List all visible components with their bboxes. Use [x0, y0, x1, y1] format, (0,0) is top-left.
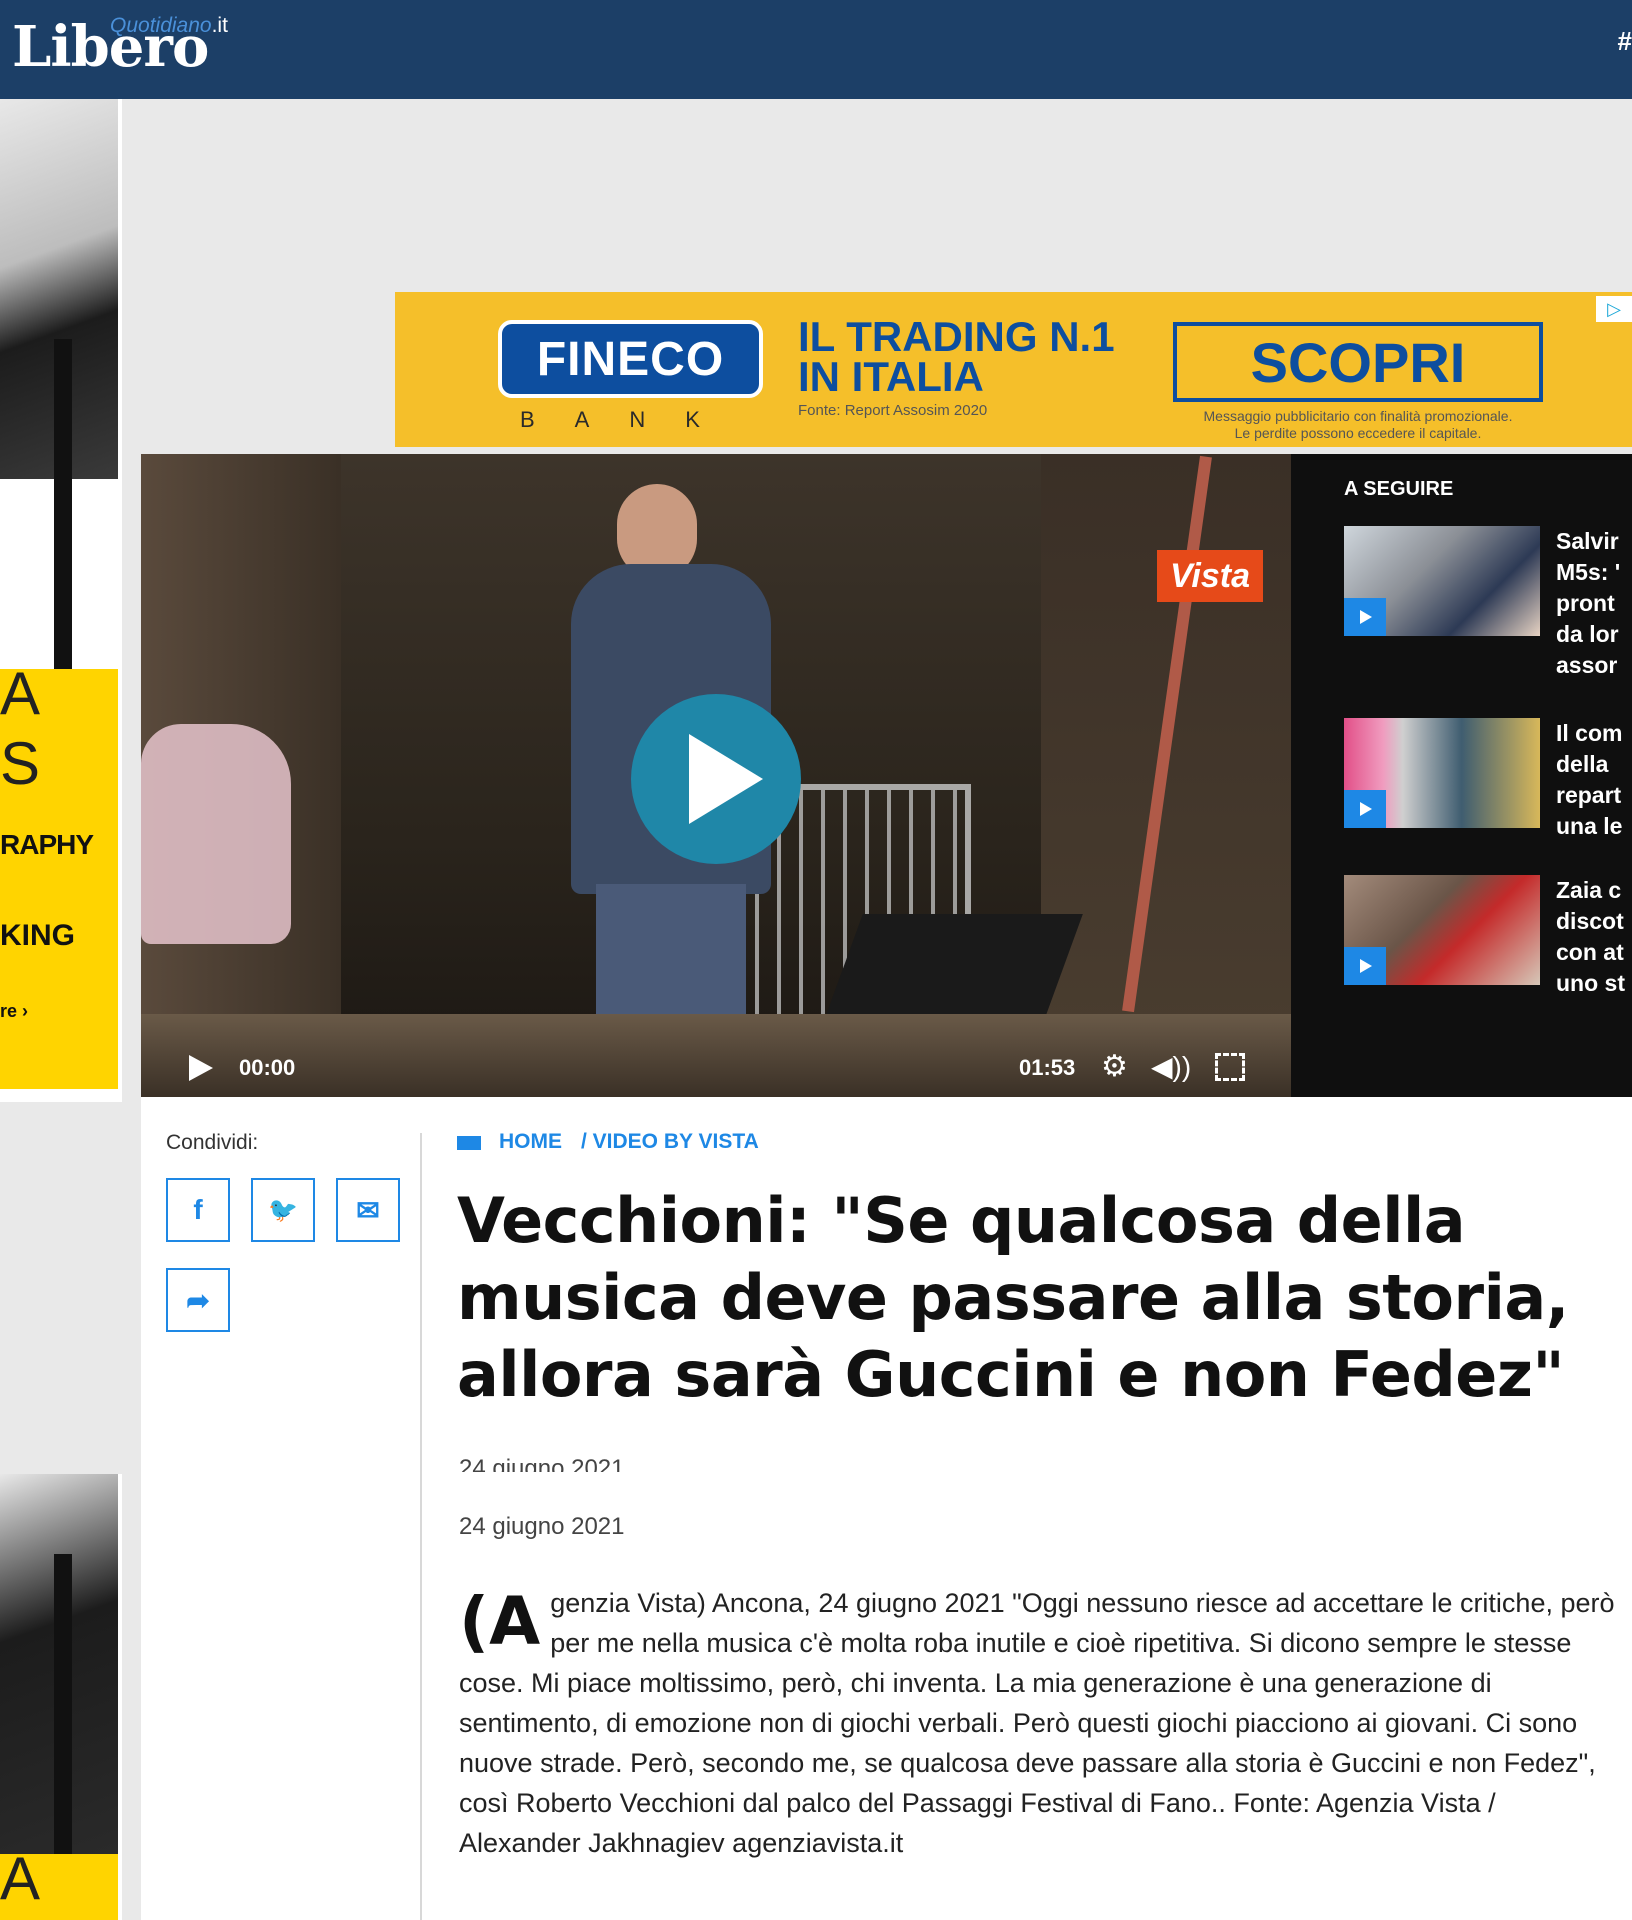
article-title: Vecchioni: "Se qualcosa della musica dev…	[457, 1184, 1569, 1411]
ad-source: Fonte: Report Assosim 2020	[798, 402, 988, 419]
up-next-item[interactable]: Il com della repart una le	[1344, 718, 1632, 839]
article-date: 24 giugno 2021	[459, 1513, 625, 1540]
scopri-button[interactable]: SCOPRI	[1173, 322, 1543, 402]
up-next-item[interactable]: Zaia c discot con at uno st	[1344, 875, 1632, 996]
site-header: Libero Quotidiano.it #	[0, 0, 1632, 99]
logo-sub-text: Quotidiano.it	[110, 14, 228, 38]
facebook-share-button[interactable]: f	[166, 1178, 230, 1242]
up-next-panel: A SEGUIRE Salvir M5s: ' pront da lor ass…	[1291, 454, 1632, 1097]
article-body-text: genzia Vista) Ancona, 24 giugno 2021 "Og…	[459, 1588, 1615, 1858]
skin-letter-s: S	[0, 730, 41, 797]
vista-watermark: Vista	[1157, 550, 1263, 602]
breadcrumb-marker	[457, 1136, 481, 1150]
facebook-icon: f	[193, 1194, 203, 1225]
fineco-brand: FINECO	[536, 332, 725, 386]
twitter-icon: 🐦	[268, 1196, 298, 1224]
logo-sub-name: Quotidiano	[110, 14, 212, 37]
skin-letter-a-bottom: A	[0, 1845, 41, 1912]
skin-text-king: KING	[0, 919, 75, 952]
breadcrumb-section[interactable]: / VIDEO BY VISTA	[581, 1130, 759, 1154]
up-next-thumbnail[interactable]	[1344, 875, 1540, 985]
gear-icon[interactable]: ⚙	[1101, 1051, 1133, 1083]
fineco-logo: FINECO	[498, 320, 763, 398]
up-next-item-title[interactable]: Zaia c discot con at uno st	[1556, 875, 1632, 999]
play-icon[interactable]	[1344, 790, 1386, 828]
more-share-button[interactable]: ➦	[166, 1268, 230, 1332]
share-divider	[420, 1133, 422, 1920]
video-player[interactable]: Vista 00:00 01:53 ⚙ ◀))	[141, 454, 1291, 1097]
breadcrumb-home[interactable]: HOME	[499, 1130, 562, 1154]
left-skin-ad[interactable]: A S RAPHY KING re ›	[0, 99, 122, 1102]
play-icon[interactable]	[1344, 947, 1386, 985]
volume-icon[interactable]: ◀))	[1151, 1051, 1195, 1083]
up-next-title: A SEGUIRE	[1344, 478, 1454, 500]
left-skin-ad-bottom[interactable]: A	[0, 1474, 122, 1920]
logo-tld: .it	[211, 14, 228, 37]
video-controls: 00:00 01:53 ⚙ ◀))	[141, 1037, 1291, 1097]
article-body: (A genzia Vista) Ancona, 24 giugno 2021 …	[459, 1583, 1619, 1863]
up-next-thumbnail[interactable]	[1344, 526, 1540, 636]
mail-icon: ✉	[356, 1194, 380, 1226]
share-label: Condividi:	[166, 1131, 259, 1154]
skin-more-link[interactable]: re ›	[0, 1001, 28, 1022]
fullscreen-icon[interactable]	[1215, 1053, 1245, 1081]
play-icon[interactable]	[1344, 598, 1386, 636]
header-hashtag-link[interactable]: #	[1618, 26, 1632, 57]
email-share-button[interactable]: ✉	[336, 1178, 400, 1242]
up-next-item[interactable]: Salvir M5s: ' pront da lor assor	[1344, 526, 1632, 678]
site-logo[interactable]: Libero Quotidiano.it	[10, 8, 250, 80]
video-frame-chair	[141, 724, 291, 944]
ad-disclaimer-2: Le perdite possono eccedere il capitale.	[1234, 425, 1482, 441]
play-icon[interactable]	[631, 694, 801, 864]
ad-headline-1: IL TRADING N.1	[798, 313, 1115, 360]
ad-headline-2: IN ITALIA	[798, 353, 984, 400]
up-next-item-title[interactable]: Il com della repart una le	[1556, 718, 1632, 842]
control-play-icon[interactable]	[189, 1055, 213, 1081]
share-arrow-icon: ➦	[186, 1284, 210, 1316]
duration: 01:53	[1019, 1055, 1076, 1080]
up-next-thumbnail[interactable]	[1344, 718, 1540, 828]
article-date-ghost: 24 giugno 2021	[459, 1455, 625, 1472]
scopri-label: SCOPRI	[1250, 330, 1466, 394]
current-time: 00:00	[239, 1055, 296, 1080]
fineco-ad-banner[interactable]: FINECO BANK IL TRADING N.1 IN ITALIA Fon…	[395, 292, 1632, 447]
skin-text-graphy: RAPHY	[0, 829, 94, 860]
adchoices-icon[interactable]: ▷	[1596, 296, 1632, 322]
ad-disclaimer-1: Messaggio pubblicitario con finalità pro…	[1203, 408, 1513, 424]
skin-letter-a: A	[0, 660, 41, 727]
article-dropcap: (A	[459, 1583, 541, 1660]
fineco-bank-text: BANK	[520, 407, 740, 432]
twitter-share-button[interactable]: 🐦	[251, 1178, 315, 1242]
up-next-item-title[interactable]: Salvir M5s: ' pront da lor assor	[1556, 526, 1632, 681]
